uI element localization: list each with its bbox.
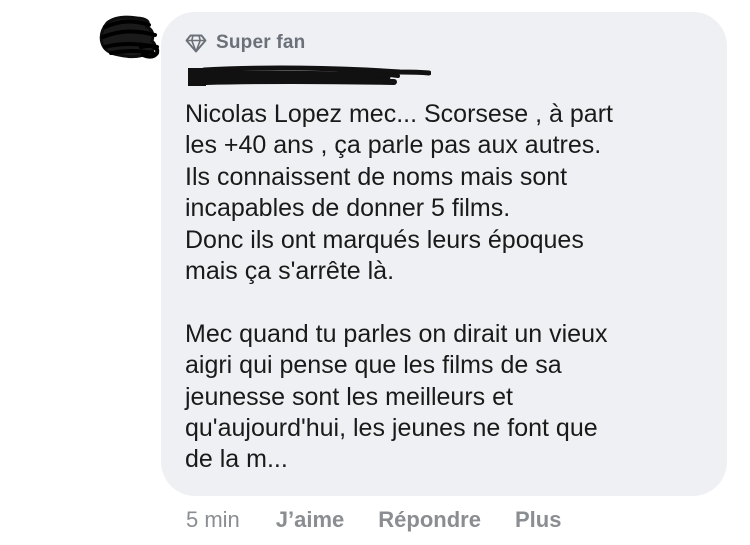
diamond-icon: [185, 34, 207, 53]
more-button[interactable]: Plus: [515, 507, 561, 533]
like-button[interactable]: J’aime: [276, 507, 345, 533]
comment-thread: Super fan Nicolas Lopez mec... Scorsese …: [0, 0, 750, 545]
top-fan-badge[interactable]: Super fan: [184, 30, 305, 56]
author-name[interactable]: [186, 64, 432, 88]
timestamp[interactable]: 5 min: [186, 507, 240, 533]
avatar[interactable]: [97, 13, 161, 59]
redacted-avatar-scribble: [99, 15, 160, 59]
badge-label: Super fan: [216, 32, 306, 53]
redacted-author-scribble: [188, 65, 432, 86]
comment-text: Nicolas Lopez mec... Scorsese , à part l…: [185, 100, 613, 474]
comment-actions: 5 min J’aime Répondre Plus: [186, 505, 561, 535]
reply-button[interactable]: Répondre: [378, 507, 481, 533]
